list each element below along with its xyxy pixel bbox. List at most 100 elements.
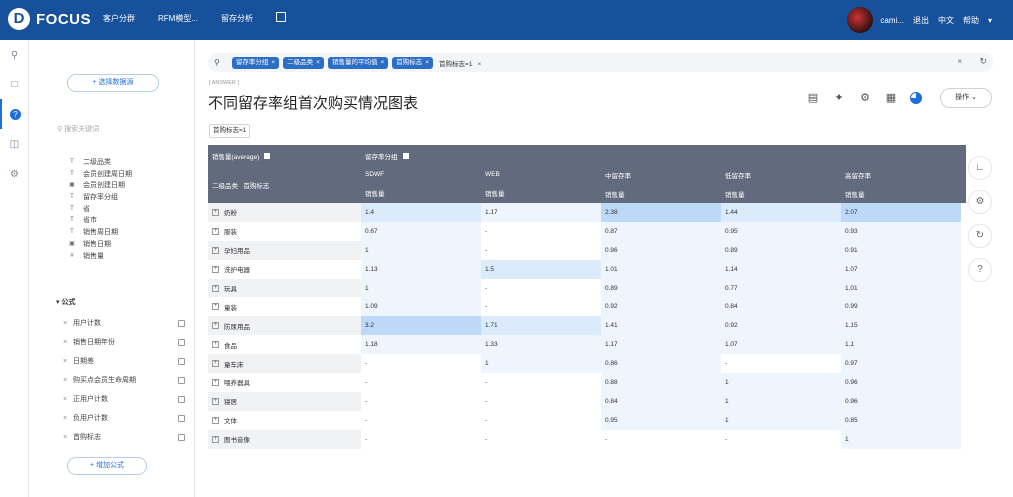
expand-icon[interactable]: + xyxy=(212,435,219,443)
select-data-source-button[interactable]: + 选择数据源 xyxy=(67,74,159,92)
gear-icon[interactable]: ⚙ xyxy=(0,159,29,189)
category-cell[interactable]: + 文体 xyxy=(208,410,361,430)
category-cell[interactable]: + 寝居 xyxy=(208,391,361,411)
edit-icon[interactable] xyxy=(178,434,185,441)
edit-icon[interactable] xyxy=(178,320,185,327)
chevron-down-icon[interactable]: ▾ xyxy=(988,16,992,25)
category-cell[interactable]: + 服装 xyxy=(208,221,361,241)
field-item[interactable]: T 省市 xyxy=(68,215,132,227)
expand-icon[interactable]: + xyxy=(212,341,219,349)
category-cell[interactable]: + 洗护电器 xyxy=(208,259,361,279)
query-chip[interactable]: 销售量的平均值 × xyxy=(327,56,389,69)
expand-icon[interactable]: + xyxy=(212,303,219,311)
expand-icon[interactable]: + xyxy=(212,322,219,330)
column-header[interactable]: WEB 销售量 xyxy=(481,166,601,203)
pin-icon[interactable]: ✦ xyxy=(832,91,846,105)
close-icon[interactable]: × xyxy=(63,352,73,371)
field-item[interactable]: ▣ 会员创建日期 xyxy=(68,180,132,192)
category-cell[interactable]: + 喂养器具 xyxy=(208,373,361,392)
chart-icon[interactable]: ∟ xyxy=(968,156,992,180)
nav-retention-analysis[interactable]: 留存分析 xyxy=(221,13,253,24)
query-text[interactable]: 首购标志=1 × xyxy=(439,58,481,68)
field-item[interactable]: T省 xyxy=(68,204,132,216)
close-icon[interactable]: × xyxy=(63,314,73,333)
field-item[interactable]: T 销售周日期 xyxy=(68,227,132,239)
collapse-icon[interactable] xyxy=(402,152,409,159)
gear-icon[interactable]: ⚙ xyxy=(858,91,872,105)
collapse-icon[interactable] xyxy=(264,152,271,159)
close-icon[interactable]: × xyxy=(271,59,275,66)
close-icon[interactable]: × xyxy=(63,371,73,390)
measure-header[interactable]: 销售量(average) xyxy=(208,145,361,166)
close-icon[interactable]: × xyxy=(316,59,320,66)
nav-customer-segment[interactable]: 客户分群 xyxy=(103,13,135,24)
operations-dropdown[interactable]: 操作 ⌄ xyxy=(940,88,992,108)
user-name[interactable]: cami... xyxy=(880,16,904,25)
question-icon[interactable]: ? xyxy=(968,258,992,282)
avatar[interactable] xyxy=(847,7,874,33)
expand-icon[interactable]: + xyxy=(212,227,219,235)
table-icon[interactable]: ▦ xyxy=(884,91,898,105)
field-search-input[interactable]: ⚲ 搜索关键词 xyxy=(57,124,99,134)
category-cell[interactable]: + 玩具 xyxy=(208,278,361,298)
formula-item[interactable]: × 首购标志 xyxy=(63,428,185,447)
column-header[interactable]: 低留存率 销售量 xyxy=(721,166,841,203)
column-header[interactable]: 中留存率 销售量 xyxy=(601,166,721,203)
expand-icon[interactable]: + xyxy=(212,397,219,405)
help-link[interactable]: 帮助 xyxy=(963,15,979,26)
close-icon[interactable]: × xyxy=(425,59,429,66)
expand-icon[interactable]: + xyxy=(212,284,219,292)
field-item[interactable]: T 二级品类 xyxy=(68,157,132,169)
gear-icon[interactable]: ⚙ xyxy=(968,190,992,214)
expand-icon[interactable]: + xyxy=(212,246,219,254)
filter-chip[interactable]: 首购标志=1 xyxy=(209,124,251,138)
category-cell[interactable]: + 童装 xyxy=(208,297,361,317)
expand-icon[interactable]: + xyxy=(212,360,219,368)
edit-icon[interactable] xyxy=(178,377,185,384)
formula-item[interactable]: × 正用户计数 xyxy=(63,390,185,409)
nav-rfm-model[interactable]: RFM模型... xyxy=(158,13,198,24)
category-cell[interactable]: + 图书音像 xyxy=(208,429,361,449)
group-header[interactable]: 留存率分组 xyxy=(361,145,966,166)
close-icon[interactable]: × xyxy=(63,409,73,428)
refresh-icon[interactable]: ↻ xyxy=(979,56,987,67)
refresh-icon[interactable]: ↻ xyxy=(968,224,992,248)
pie-chart-icon[interactable] xyxy=(910,92,922,104)
database-icon[interactable]: ◫ xyxy=(0,129,29,159)
expand-icon[interactable]: + xyxy=(212,208,219,216)
expand-icon[interactable]: + xyxy=(212,416,219,424)
help-nav-item[interactable]: ? xyxy=(0,99,29,129)
column-header[interactable]: 高留存率 销售量 xyxy=(841,166,961,203)
query-chip[interactable]: 首购标志 × xyxy=(392,56,434,69)
close-icon[interactable]: × xyxy=(380,59,384,66)
logout-link[interactable]: 退出 xyxy=(913,15,929,26)
formula-item[interactable]: × 购买点会员生命周期 xyxy=(63,371,185,390)
category-cell[interactable]: + 防尿用品 xyxy=(208,316,361,336)
logo[interactable]: D FOCUS xyxy=(8,8,91,30)
comment-icon[interactable]: ▤ xyxy=(806,91,820,105)
search-icon[interactable]: ⚲ xyxy=(0,40,29,70)
field-item[interactable]: ▣ 销售日期 xyxy=(68,239,132,251)
expand-icon[interactable]: + xyxy=(212,265,219,273)
formula-section-title[interactable]: ▾ 公式 xyxy=(56,297,75,307)
formula-item[interactable]: × 销售日期年份 xyxy=(63,333,185,352)
close-icon[interactable]: × xyxy=(477,61,481,68)
column-header[interactable]: SDWF 销售量 xyxy=(361,166,481,203)
query-chip[interactable]: 留存率分组 × xyxy=(231,56,280,69)
field-item[interactable]: T 会员创建周日期 xyxy=(68,169,132,181)
clear-icon[interactable]: × xyxy=(957,57,962,66)
edit-icon[interactable] xyxy=(178,358,185,365)
edit-icon[interactable] xyxy=(178,396,185,403)
category-cell[interactable]: + 童车床 xyxy=(208,354,361,374)
add-formula-button[interactable]: + 增加公式 xyxy=(67,457,147,475)
field-item[interactable]: T 留存率分组 xyxy=(68,192,132,204)
close-icon[interactable]: × xyxy=(63,333,73,352)
field-item[interactable]: # 销售量 xyxy=(68,251,132,263)
edit-icon[interactable] xyxy=(178,339,185,346)
formula-item[interactable]: × 用户计数 xyxy=(63,314,185,333)
close-icon[interactable]: × xyxy=(63,390,73,409)
bookmark-icon[interactable]: □ xyxy=(0,69,29,99)
query-bar[interactable]: ⚲ 留存率分组 × 二级品类 × 销售量的平均值 × 首购标志 × 首购标志=1 × × … xyxy=(208,53,993,72)
edit-icon[interactable] xyxy=(276,12,286,22)
category-cell[interactable]: + 孕妇用品 xyxy=(208,240,361,260)
